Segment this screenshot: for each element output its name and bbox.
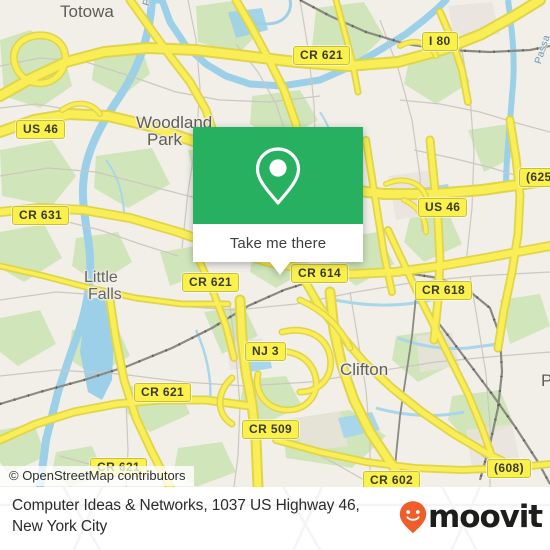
road-shield-cr-621-south: CR 621: [134, 383, 192, 402]
location-title-line-1: Computer Ideas & Networks, 1037 US Highw…: [12, 497, 360, 514]
map-canvas[interactable]: Totowa Woodland Park Little Falls Clifto…: [0, 0, 550, 487]
moovit-logo[interactable]: moovit: [398, 498, 543, 535]
osm-attribution[interactable]: © OpenStreetMap contributors: [0, 466, 194, 486]
moovit-wordmark: moovit: [428, 498, 543, 535]
popup-card-header: [193, 127, 363, 224]
road-shield-cr-618: CR 618: [415, 281, 473, 300]
popup-card-tail: [270, 262, 290, 275]
road-shield-cr-621-north: CR 621: [293, 46, 351, 65]
moovit-map-screenshot: Totowa Woodland Park Little Falls Clifto…: [0, 0, 550, 550]
take-me-there-label: Take me there: [229, 234, 327, 252]
road-shield-cr-509: CR 509: [242, 420, 300, 439]
footer-bar: Computer Ideas & Networks, 1037 US Highw…: [0, 487, 550, 550]
road-shield-cr-631: CR 631: [12, 206, 70, 225]
road-shield-cr-621-mid: CR 621: [182, 273, 240, 292]
road-shield-625: (625): [519, 168, 550, 187]
road-shield-cr-602: CR 602: [363, 471, 421, 487]
moovit-pin-icon: [399, 501, 427, 534]
location-title: Computer Ideas & Networks, 1037 US Highw…: [12, 495, 402, 537]
location-popup-card[interactable]: Take me there: [193, 127, 363, 275]
road-shield-cr-614: CR 614: [291, 264, 349, 283]
popup-card-footer[interactable]: Take me there: [193, 224, 363, 275]
road-shield-nj-3: NJ 3: [245, 342, 286, 361]
location-title-line-2: New York City: [12, 518, 108, 535]
road-shield-608: (608): [487, 459, 532, 478]
road-shield-us-46-east: US 46: [418, 198, 468, 217]
road-shield-i-80: I 80: [422, 32, 458, 51]
road-shield-us-46-west: US 46: [16, 120, 66, 139]
map-pin-icon: [255, 146, 301, 205]
